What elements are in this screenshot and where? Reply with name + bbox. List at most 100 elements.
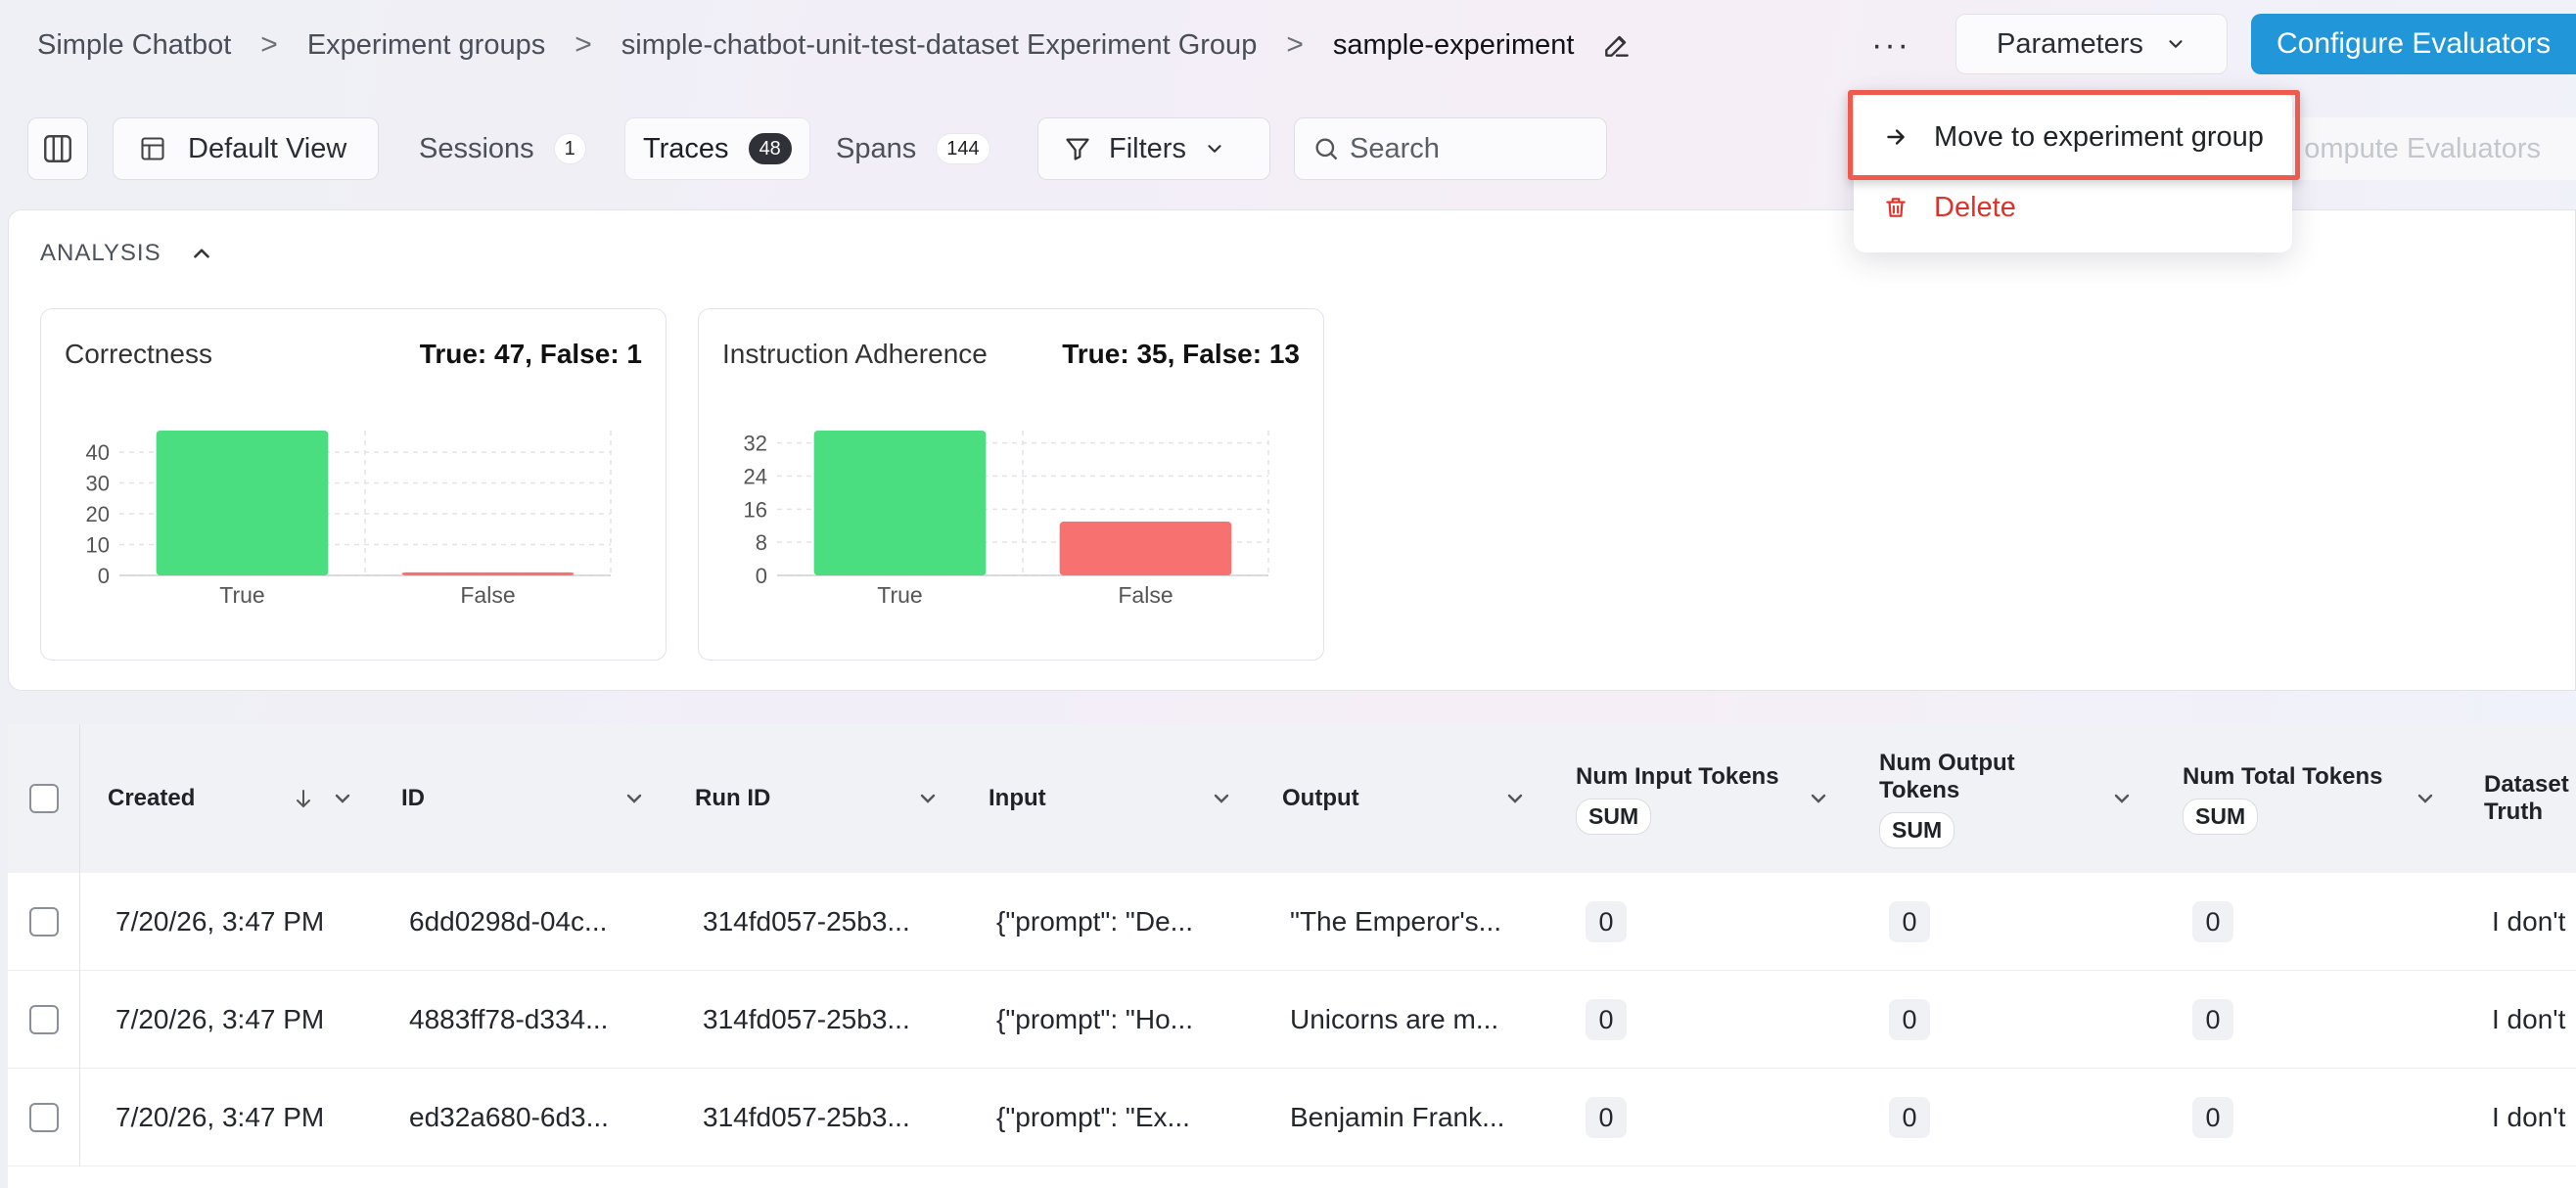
sum-aggregate-chip[interactable]: SUM <box>1576 798 1652 835</box>
column-num-total-tokens[interactable]: Num Total Tokens SUM <box>2183 724 2457 873</box>
toggle-panel-button[interactable] <box>27 117 88 180</box>
x-tick-label: False <box>1118 582 1173 608</box>
correctness-card: Correctness True: 47, False: 1 0 10 20 30 40… <box>40 308 667 661</box>
chevron-down-icon[interactable] <box>1210 785 1233 812</box>
x-tick-label: False <box>460 582 515 608</box>
chevron-down-icon <box>1208 145 1221 153</box>
cell-in-tokens: 0 <box>1586 873 1627 971</box>
cell-output: Unicorns are m... <box>1290 1004 1499 1034</box>
move-to-experiment-group-item[interactable]: Move to experiment group <box>1854 106 2292 168</box>
y-tick-label: 16 <box>744 497 767 522</box>
token-count-chip: 0 <box>1889 901 1930 942</box>
chevron-down-icon[interactable] <box>1503 785 1527 812</box>
column-label: ID <box>401 785 425 811</box>
breadcrumb-experiment-groups[interactable]: Experiment groups <box>307 29 545 62</box>
chevron-down-icon[interactable] <box>2414 785 2437 812</box>
cell-run-id: 314fd057-25b3... <box>703 1004 910 1034</box>
column-num-output-tokens[interactable]: Num Output Tokens SUM <box>1879 724 2153 873</box>
column-label: Input <box>989 785 1046 811</box>
tab-count-badge: 1 <box>553 133 586 164</box>
column-output[interactable]: Output <box>1282 724 1537 873</box>
cell-total-tokens: 0 <box>2192 873 2233 971</box>
chevron-down-icon[interactable] <box>1807 785 1830 812</box>
table-header: Created ID Run ID Input Output Num Input… <box>8 724 2576 873</box>
column-run-id[interactable]: Run ID <box>695 724 949 873</box>
y-tick-label: 20 <box>86 502 110 526</box>
analysis-header[interactable]: ANALYSIS <box>40 240 214 267</box>
table-row[interactable]: 7/20/26, 3:47 PM ed32a680-6d3... 314fd057-… <box>8 1069 2576 1166</box>
correctness-chart: 0 10 20 30 40 True False <box>86 431 612 608</box>
cell-id: 4883ff78-d334... <box>409 1004 609 1034</box>
tab-label: Sessions <box>419 132 534 164</box>
tab-traces[interactable]: Traces 48 <box>624 117 810 180</box>
search-box[interactable] <box>1294 117 1607 180</box>
cell-out-tokens: 0 <box>1889 1069 1930 1166</box>
column-created[interactable]: Created <box>108 724 382 873</box>
chevron-down-icon[interactable] <box>622 785 646 812</box>
column-label: Created <box>108 785 196 811</box>
breadcrumb-simple-chatbot[interactable]: Simple Chatbot <box>37 29 231 62</box>
cell-created: 7/20/26, 3:47 PM <box>115 906 325 937</box>
breadcrumb-experiment-group[interactable]: simple-chatbot-unit-test-dataset Experim… <box>621 29 1258 62</box>
tab-spans[interactable]: Spans 144 <box>818 117 1008 180</box>
breadcrumb-separator: > <box>260 28 278 61</box>
table-row[interactable]: 7/20/26, 3:47 PM 4883ff78-d334... 314fd057… <box>8 971 2576 1069</box>
cell-total-tokens: 0 <box>2192 1069 2233 1166</box>
more-options-button[interactable]: ··· <box>1865 22 1916 69</box>
row-checkbox[interactable] <box>28 907 59 937</box>
row-checkbox[interactable] <box>28 1103 59 1132</box>
chevron-down-icon[interactable] <box>2110 785 2134 812</box>
bar-false <box>1059 522 1232 575</box>
search-icon <box>1315 138 1338 160</box>
columns-icon <box>44 135 71 162</box>
filters-button[interactable]: Filters <box>1037 117 1270 180</box>
tab-sessions[interactable]: Sessions 1 <box>401 117 604 180</box>
pencil-icon[interactable] <box>1601 29 1633 61</box>
analysis-title: ANALYSIS <box>40 240 161 266</box>
cell-created: 7/20/26, 3:47 PM <box>115 1102 325 1132</box>
table-row[interactable]: 7/20/26, 3:47 PM 6dd0298d-04c... 314fd057-… <box>8 873 2576 971</box>
parameters-button[interactable]: Parameters <box>1955 14 2228 74</box>
analysis-panel: ANALYSIS Correctness True: 47, False: 1 … <box>8 209 2576 691</box>
select-all-checkbox[interactable] <box>28 784 59 813</box>
column-dataset-truth[interactable]: Dataset Truth <box>2484 724 2576 873</box>
cell-input: {"prompt": "Ex... <box>996 1102 1190 1132</box>
tab-label: Traces <box>643 132 729 164</box>
x-tick-label: True <box>219 582 264 608</box>
row-checkbox-cell <box>8 873 80 971</box>
y-tick-label: 30 <box>86 472 110 496</box>
default-view-button[interactable]: Default View <box>113 117 379 180</box>
bar-true <box>156 431 329 575</box>
chevron-down-icon[interactable] <box>916 785 940 812</box>
y-tick-label: 40 <box>86 440 110 465</box>
sort-desc-icon[interactable] <box>292 785 315 812</box>
column-input[interactable]: Input <box>989 724 1243 873</box>
sum-aggregate-chip[interactable]: SUM <box>1879 811 1955 848</box>
row-checkbox[interactable] <box>28 1005 59 1034</box>
chart-summary: True: 47, False: 1 <box>419 339 642 369</box>
cell-output: Benjamin Frank... <box>1290 1102 1505 1132</box>
token-count-chip: 0 <box>2192 999 2233 1040</box>
column-label: Dataset Truth <box>2484 771 2569 825</box>
cell-dataset-truth: I don't <box>2492 906 2566 937</box>
cell-id: 6dd0298d-04c... <box>409 906 608 937</box>
instruction-adherence-chart: 0 8 16 24 32 True False <box>744 431 1269 608</box>
delete-item[interactable]: Delete <box>1854 176 2292 239</box>
chevron-up-icon <box>193 249 209 258</box>
sum-aggregate-chip[interactable]: SUM <box>2183 798 2259 835</box>
row-checkbox-cell <box>8 971 80 1069</box>
column-label: Num Output Tokens <box>1879 749 2015 803</box>
cell-out-tokens: 0 <box>1889 873 1930 971</box>
column-label: Num Total Tokens <box>2183 762 2383 790</box>
column-id[interactable]: ID <box>401 724 656 873</box>
search-input[interactable] <box>1350 132 1585 165</box>
cell-input: {"prompt": "De... <box>996 906 1194 937</box>
column-label: Num Input Tokens <box>1576 762 1779 790</box>
cell-run-id: 314fd057-25b3... <box>703 1102 910 1132</box>
configure-evaluators-button[interactable]: Configure Evaluators <box>2251 14 2576 74</box>
y-tick-label: 32 <box>744 432 767 456</box>
cell-dataset-truth: I don't <box>2492 1004 2566 1034</box>
chevron-down-icon[interactable] <box>331 785 354 812</box>
row-checkbox-cell <box>8 1069 80 1166</box>
column-num-input-tokens[interactable]: Num Input Tokens SUM <box>1576 724 1850 873</box>
